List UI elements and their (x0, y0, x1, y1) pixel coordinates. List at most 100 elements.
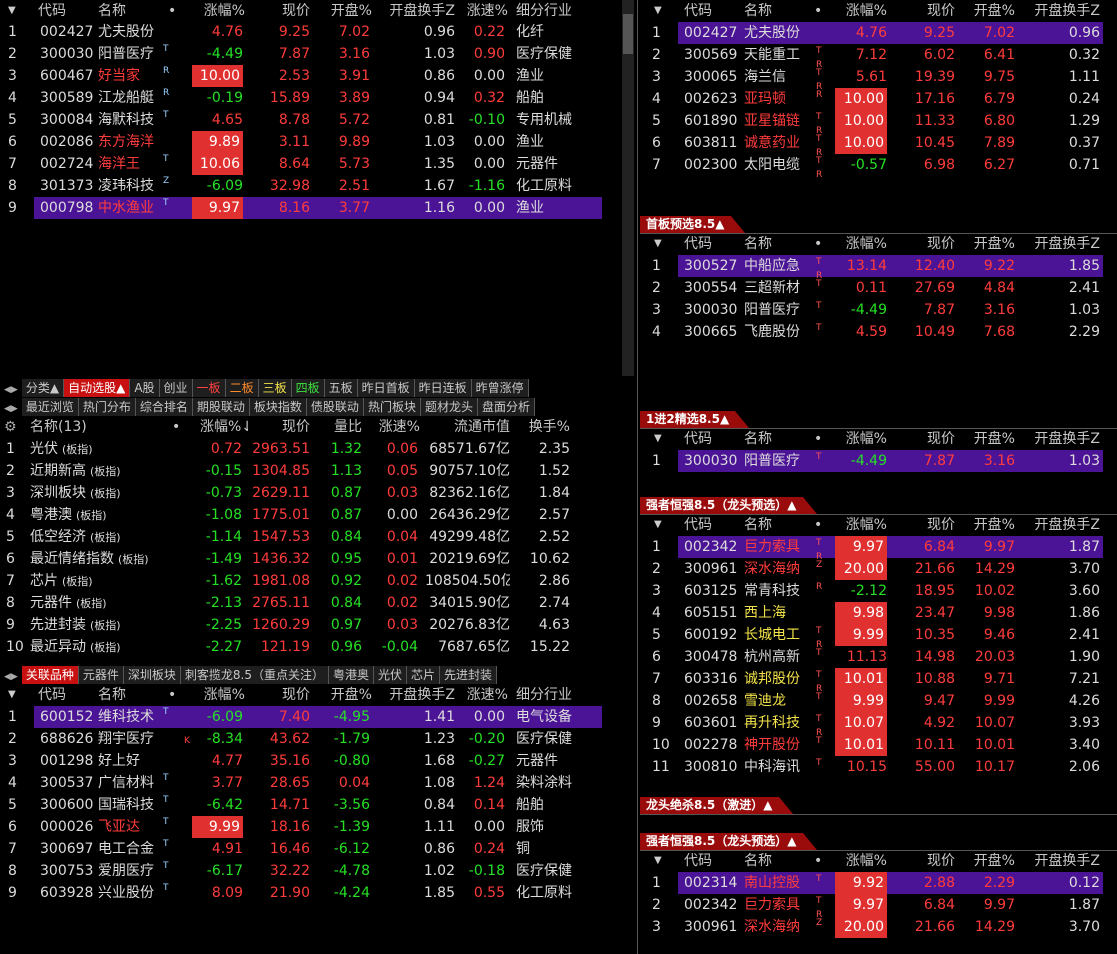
tab-3[interactable]: 期股联动 (192, 398, 250, 416)
table-row[interactable]: 2 300961 深水海纳 Z 20.00 21.66 14.29 3.70 (640, 558, 1117, 580)
table-row[interactable]: 5 300600 国瑞科技 T -6.42 14.71 -3.56 0.84 0.14 船舶 (0, 794, 636, 816)
tab-5[interactable]: 债股联动 (306, 398, 364, 416)
table-row[interactable]: 5 600192 长城电工 T R 9.99 10.35 9.46 2.41 (640, 624, 1117, 650)
tab-4[interactable]: 板块指数 (249, 398, 307, 416)
table-row[interactable]: 8 002658 雪迪龙 T 9.99 9.47 9.99 4.26 (640, 690, 1117, 712)
tab-3[interactable]: 创业 (159, 379, 193, 397)
table-row[interactable]: 4 002623 亚玛顿 R 10.00 17.16 6.79 0.24 (640, 88, 1117, 110)
table-row[interactable]: 1 002342 巨力索具 T R 9.97 6.84 9.97 1.87 (652, 536, 1103, 562)
tab-7[interactable]: 先进封装 (440, 666, 498, 684)
tab-1[interactable]: 元器件 (78, 666, 124, 684)
sort-caret-icon[interactable]: ▼ (8, 684, 16, 706)
sector-row[interactable]: 5 低空经济 (板指) -1.14 1547.53 0.84 0.04 49299.48亿 2.… (0, 526, 636, 548)
tab-8[interactable]: 盘面分析 (477, 398, 535, 416)
table-row[interactable]: 9 603601 再升科技 T R 10.07 4.92 10.07 3.93 (640, 712, 1117, 738)
tab-4[interactable]: 粤港奥 (328, 666, 374, 684)
tab-4[interactable]: 一板 (192, 379, 226, 397)
tab-2[interactable]: 深圳板块 (123, 666, 181, 684)
tab-8[interactable]: 五板 (324, 379, 358, 397)
table-row[interactable]: 3 300961 深水海纳 Z 20.00 21.66 14.29 3.70 (640, 916, 1117, 938)
sort-caret-icon[interactable]: ▼ (654, 850, 662, 872)
table-row[interactable]: 2 688626 翔宇医疗 K -8.34 43.62 -1.79 1.23 -0.20 医疗保健 (0, 728, 636, 750)
table-row[interactable]: 4 605151 西上海 9.98 23.47 9.98 1.86 (640, 602, 1117, 624)
table-row[interactable]: 2 002342 巨力索具 T R 9.97 6.84 9.97 1.87 (640, 894, 1117, 920)
table-row[interactable]: 7 002300 太阳电缆 T R -0.57 6.98 6.27 0.71 (640, 154, 1117, 180)
table-row[interactable]: 7 002724 海洋王 T 10.06 8.64 5.73 1.35 0.00 元器件 (0, 153, 636, 175)
tab-6[interactable]: 热门板块 (363, 398, 421, 416)
table-row[interactable]: 9 000798 中水渔业 T 9.97 8.16 3.77 1.16 0.00 渔业 (8, 197, 602, 219)
tab-10[interactable]: 昨日连板 (414, 379, 472, 397)
table-row[interactable]: 2 300554 三超新材 T 0.11 27.69 4.84 2.41 (640, 277, 1117, 299)
table-row[interactable]: 4 300537 广信材料 T 3.77 28.65 0.04 1.08 1.24 染料涂料 (0, 772, 636, 794)
tab-7[interactable]: 四板 (291, 379, 325, 397)
table-row[interactable]: 8 301373 凌玮科技 Z -6.09 32.98 2.51 1.67 -1.16 化工原料 (0, 175, 636, 197)
sector-row[interactable]: 3 深圳板块 (板指) -0.73 2629.11 0.87 0.03 82362.16亿 1.… (0, 482, 636, 504)
sort-caret-icon[interactable]: ▼ (654, 0, 662, 22)
sort-caret-icon[interactable]: ▼ (654, 514, 662, 536)
table-row[interactable]: 1 300527 中船应急 T R 13.14 12.40 9.22 1.85 (652, 255, 1103, 281)
table-row[interactable]: 3 300065 海兰信 T R 5.61 19.39 9.75 1.11 (640, 66, 1117, 92)
sector-row[interactable]: 8 元器件 (板指) -2.13 2765.11 0.84 0.02 34015.90亿 2.7… (0, 592, 636, 614)
table-row[interactable]: 11 300810 中科海讯 T 10.15 55.00 10.17 2.06 (640, 756, 1117, 778)
sort-caret-icon[interactable]: ▼ (654, 233, 662, 255)
table-row[interactable]: 7 300697 电工合金 T 4.91 16.46 -6.12 0.86 0.24 铜 (0, 838, 636, 860)
tab-0[interactable]: 最近浏览 (21, 398, 79, 416)
tab-2[interactable]: 综合排名 (135, 398, 193, 416)
table-row[interactable]: 10 002278 神开股份 T 10.01 10.11 10.01 3.40 (640, 734, 1117, 756)
tab-2[interactable]: A股 (130, 379, 160, 397)
table-row[interactable]: 6 300478 杭州高新 T 11.13 14.98 20.03 1.90 (640, 646, 1117, 668)
table-row[interactable]: 6 603811 诚意药业 T R 10.00 10.45 7.89 0.37 (640, 132, 1117, 158)
sort-caret-icon[interactable]: ▼ (8, 0, 16, 22)
sector-row[interactable]: 6 最近情绪指数 (板指) -1.49 1436.32 0.95 0.01 20219.69亿… (0, 548, 636, 570)
table-row[interactable]: 7 603316 诚邦股份 T R 10.01 10.88 9.71 7.21 (640, 668, 1117, 694)
sort-caret-icon[interactable]: ▼ (654, 428, 662, 450)
tab-1[interactable]: 热门分布 (78, 398, 136, 416)
stock-code: 300030 (684, 453, 738, 469)
group-header[interactable]: 1进2精选8.5▲ (640, 411, 750, 428)
table-row[interactable]: 1 002427 尤夫股份 4.76 9.25 7.02 0.96 (652, 22, 1103, 44)
table-row[interactable]: 2 300569 天能重工 T R 7.12 6.02 6.41 0.32 (640, 44, 1117, 70)
table-row[interactable]: 5 300084 海默科技 T 4.65 8.78 5.72 0.81 -0.10 专用机械 (0, 109, 636, 131)
table-row[interactable]: 3 603125 常青科技 R -2.12 18.95 10.02 3.60 (640, 580, 1117, 602)
table-row[interactable]: 5 601890 亚星锚链 T R 10.00 11.33 6.80 1.29 (640, 110, 1117, 136)
table-row[interactable]: 6 002086 东方海洋 9.89 3.11 9.89 1.03 0.00 渔业 (0, 131, 636, 153)
tab-5[interactable]: 光伏 (374, 666, 408, 684)
tab-6[interactable]: 芯片 (407, 666, 441, 684)
sector-row[interactable]: 10 最近异动 (板指) -2.27 121.19 0.96 -0.04 7687.65亿 15… (0, 636, 636, 658)
tab-6[interactable]: 三板 (258, 379, 292, 397)
gear-icon[interactable]: ⚙ (4, 416, 17, 438)
sector-row[interactable]: 1 光伏 (板指) 0.72 2963.51 1.32 0.06 68571.67亿 2.35 (0, 438, 636, 460)
group-header[interactable]: 龙头绝杀8.5（激进）▲ (640, 797, 792, 814)
tab-0[interactable]: 分类▲ (21, 379, 65, 397)
sector-row[interactable]: 4 粤港澳 (板指) -1.08 1775.01 0.87 0.00 26436.29亿 2.5… (0, 504, 636, 526)
group-header[interactable]: 首板预选8.5▲ (640, 216, 744, 233)
table-row[interactable]: 3 600467 好当家 R 10.00 2.53 3.91 0.86 0.00 渔业 (0, 65, 636, 87)
table-row[interactable]: 4 300589 江龙船艇 R -0.19 15.89 3.89 0.94 0.32 船舶 (0, 87, 636, 109)
tab-3[interactable]: 刺客揽龙8.5（重点关注） (180, 666, 329, 684)
tab-0[interactable]: 关联品种 (21, 666, 79, 684)
table-row[interactable]: 1 600152 维科技术 T -6.09 7.40 -4.95 1.41 0.00 电气设备 (8, 706, 602, 728)
row-index: 2 (652, 47, 661, 63)
table-row[interactable]: 9 603928 兴业股份 T 8.09 21.90 -4.24 1.85 0.55 化工原料 (0, 882, 636, 904)
table-row[interactable]: 3 300030 阳普医疗 T -4.49 7.87 3.16 1.03 (640, 299, 1117, 321)
sector-row[interactable]: 7 芯片 (板指) -1.62 1981.08 0.92 0.02 108504.50亿 2.8… (0, 570, 636, 592)
arrow-left-icon[interactable]: ◀▶ (0, 381, 22, 399)
sector-row[interactable]: 2 近期新高 (板指) -0.15 1304.85 1.13 0.05 90757.10亿 1.… (0, 460, 636, 482)
tab-9[interactable]: 昨日首板 (357, 379, 415, 397)
tab-1[interactable]: 自动选股▲ (64, 379, 131, 397)
table-row[interactable]: 4 300665 飞鹿股份 T 4.59 10.49 7.68 2.29 (640, 321, 1117, 343)
tab-5[interactable]: 二板 (225, 379, 259, 397)
scrollbar-top-left[interactable] (622, 0, 634, 376)
tab-11[interactable]: 昨曾涨停 (471, 379, 529, 397)
table-row[interactable]: 1 002427 尤夫股份 4.76 9.25 7.02 0.96 0.22 化纤 (0, 21, 636, 43)
sector-row[interactable]: 9 先进封装 (板指) -2.25 1260.29 0.97 0.03 20276.83亿 4.… (0, 614, 636, 636)
table-row[interactable]: 3 001298 好上好 4.77 35.16 -0.80 1.68 -0.27 元器件 (0, 750, 636, 772)
table-row[interactable]: 8 300753 爱朋医疗 T -6.17 32.22 -4.78 1.02 -0.18 医疗保健 (0, 860, 636, 882)
table-row[interactable]: 2 300030 阳普医疗 T -4.49 7.87 3.16 1.03 0.90 医疗保健 (0, 43, 636, 65)
table-row[interactable]: 1 002314 南山控股 T 9.92 2.88 2.29 0.12 (652, 872, 1103, 894)
group-header[interactable]: 强者恒强8.5（龙头预选）▲ (640, 497, 816, 514)
table-row[interactable]: 1 300030 阳普医疗 T -4.49 7.87 3.16 1.03 (652, 450, 1103, 472)
table-row[interactable]: 6 000026 飞亚达 T 9.99 18.16 -1.39 1.11 0.00 服饰 (0, 816, 636, 838)
group-header[interactable]: 强者恒强8.5（龙头预选）▲ (640, 833, 816, 850)
tab-7[interactable]: 题材龙头 (420, 398, 478, 416)
